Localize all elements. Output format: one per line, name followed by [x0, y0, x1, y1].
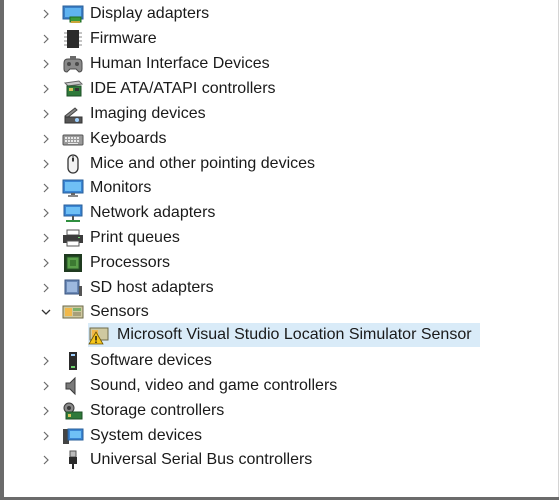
ide-controller-icon	[62, 79, 84, 99]
chevron-right-icon[interactable]	[40, 355, 52, 367]
window-left-border	[0, 0, 4, 500]
chevron-right-icon[interactable]	[40, 232, 52, 244]
tree-item-label: Storage controllers	[90, 402, 225, 419]
printer-icon	[62, 228, 84, 248]
firmware-icon	[62, 29, 84, 49]
hid-icon	[62, 54, 84, 74]
chevron-right-icon[interactable]	[40, 108, 52, 120]
warning-sensor-icon	[88, 325, 110, 345]
tree-item-label: IDE ATA/ATAPI controllers	[90, 80, 276, 97]
monitor-icon	[62, 178, 84, 198]
chevron-right-icon[interactable]	[40, 8, 52, 20]
chevron-right-icon[interactable]	[40, 454, 52, 466]
sensor-icon	[62, 302, 84, 322]
chevron-right-icon[interactable]	[40, 33, 52, 45]
tree-item-label: Print queues	[90, 229, 180, 246]
tree-item-location-simulator-sensor[interactable]: Microsoft Visual Studio Location Simulat…	[4, 323, 558, 347]
tree-item-label: System devices	[90, 427, 203, 444]
chevron-right-icon[interactable]	[40, 257, 52, 269]
sd-host-icon	[62, 278, 84, 298]
chevron-right-icon[interactable]	[40, 430, 52, 442]
processor-icon	[62, 253, 84, 273]
storage-controller-icon	[62, 401, 84, 421]
chevron-right-icon[interactable]	[40, 282, 52, 294]
tree-item-label: Universal Serial Bus controllers	[90, 451, 313, 468]
tree-item-label: Sensors	[90, 303, 149, 320]
mouse-icon	[62, 154, 84, 174]
usb-icon	[62, 450, 84, 470]
tree-item-label: Display adapters	[90, 5, 210, 22]
tree-item-label: Network adapters	[90, 204, 216, 221]
tree-item-label: Sound, video and game controllers	[90, 377, 338, 394]
tree-item-label: Keyboards	[90, 130, 167, 147]
chevron-right-icon[interactable]	[40, 158, 52, 170]
speaker-icon	[62, 376, 84, 396]
imaging-device-icon	[62, 104, 84, 124]
network-adapter-icon	[62, 203, 84, 223]
system-device-icon	[62, 426, 84, 446]
tree-item-label: Microsoft Visual Studio Location Simulat…	[117, 326, 472, 343]
tree-item-label: Mice and other pointing devices	[90, 155, 316, 172]
chevron-right-icon[interactable]	[40, 380, 52, 392]
chevron-right-icon[interactable]	[40, 405, 52, 417]
tree-item-label: Software devices	[90, 352, 212, 369]
display-adapter-icon	[62, 4, 84, 24]
chevron-right-icon[interactable]	[40, 83, 52, 95]
tree-item-label: SD host adapters	[90, 279, 214, 296]
chevron-right-icon[interactable]	[40, 207, 52, 219]
keyboard-icon	[62, 129, 84, 149]
software-device-icon	[62, 351, 84, 371]
tree-item-label: Processors	[90, 254, 171, 271]
chevron-right-icon[interactable]	[40, 58, 52, 70]
tree-item-label: Human Interface Devices	[90, 55, 270, 72]
chevron-right-icon[interactable]	[40, 133, 52, 145]
tree-item-label: Monitors	[90, 179, 152, 196]
tree-item-label: Imaging devices	[90, 105, 206, 122]
chevron-right-icon[interactable]	[40, 182, 52, 194]
chevron-down-icon[interactable]	[40, 306, 52, 318]
tree-item-label: Firmware	[90, 30, 157, 47]
